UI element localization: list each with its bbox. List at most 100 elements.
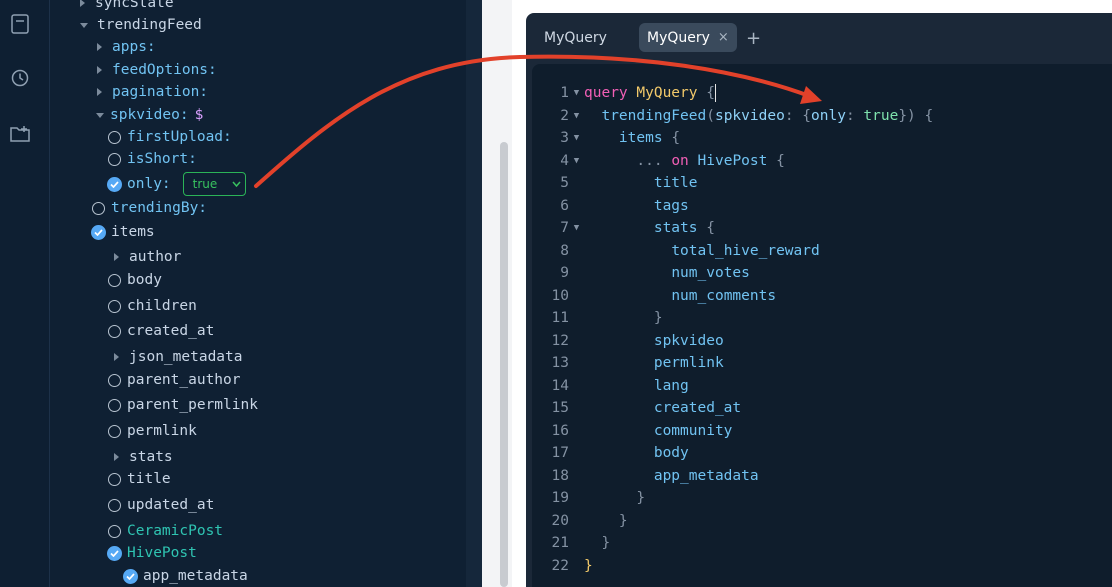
select-value: true	[192, 177, 218, 191]
only-value-select[interactable]: true	[182, 172, 246, 196]
fold-arrow-icon[interactable]: ▼	[569, 111, 584, 121]
document-icon[interactable]	[9, 13, 31, 35]
chevron-right-icon[interactable]	[114, 453, 119, 461]
chevron-right-icon[interactable]	[97, 88, 102, 96]
tree-item-label: stats	[129, 449, 173, 465]
chevron-right-icon[interactable]	[97, 43, 102, 51]
tree-item-label: app_metadata	[143, 568, 248, 584]
code-line: 19 }	[532, 487, 646, 509]
code-line: 16 community	[532, 420, 733, 442]
tree-item-pagination[interactable]: pagination:	[97, 81, 208, 103]
code-line: 12 spkvideo	[532, 330, 724, 352]
tree-item-syncstate[interactable]: syncState	[80, 0, 174, 14]
unchecked-circle-icon[interactable]	[108, 152, 121, 166]
tree-item-label: firstUpload:	[127, 129, 232, 145]
tree-item-trendingby[interactable]: trendingBy:	[92, 197, 207, 219]
tree-item-children[interactable]: children	[108, 295, 197, 317]
tree-item-title[interactable]: title	[108, 468, 171, 490]
checked-circle-icon[interactable]	[107, 176, 122, 192]
tree-item-label: HivePost	[127, 545, 197, 561]
tree-item-parent-author[interactable]: parent_author	[108, 369, 241, 391]
tab-myquery-active[interactable]: MyQuery ×	[639, 23, 737, 52]
tree-item-items[interactable]: items	[91, 221, 155, 243]
line-number: 5	[560, 175, 569, 191]
line-number: 9	[560, 265, 569, 281]
checked-circle-icon[interactable]	[107, 545, 122, 561]
code-line: 10 num_comments	[532, 285, 777, 307]
keyword: on	[671, 153, 689, 169]
tree-item-updated-at[interactable]: updated_at	[108, 494, 214, 516]
tree-item-label: spkvideo:	[110, 107, 189, 123]
tree-item-firstupload[interactable]: firstUpload:	[108, 126, 232, 148]
fold-arrow-icon[interactable]: ▼	[569, 156, 584, 166]
unchecked-circle-icon[interactable]	[108, 398, 121, 412]
line-number: 17	[551, 445, 569, 461]
tree-item-app-metadata[interactable]: app_metadata	[123, 565, 248, 587]
variable-toggle[interactable]: $	[195, 107, 204, 123]
line-number: 12	[551, 333, 569, 349]
fold-arrow-icon[interactable]: ▼	[569, 223, 584, 233]
chevron-right-icon[interactable]	[80, 0, 85, 7]
unchecked-circle-icon[interactable]	[92, 201, 105, 215]
tree-item-only[interactable]: only: true	[107, 172, 246, 196]
field-token: items	[618, 130, 663, 146]
tree-item-permlink[interactable]: permlink	[108, 420, 197, 442]
tree-item-label: body	[127, 272, 162, 288]
explorer-folder-icon[interactable]	[9, 123, 31, 145]
tree-item-json-metadata[interactable]: json_metadata	[114, 346, 243, 368]
fold-arrow-icon[interactable]: ▼	[569, 133, 584, 143]
tree-item-apps[interactable]: apps:	[97, 36, 156, 58]
line-number: 2	[560, 108, 569, 124]
field-token: app_metadata	[653, 468, 759, 484]
tree-item-ceramicpost[interactable]: CeramicPost	[108, 520, 223, 542]
fold-arrow-icon[interactable]: ▼	[569, 88, 584, 98]
tree-item-isshort[interactable]: isShort:	[108, 148, 197, 170]
unchecked-circle-icon[interactable]	[108, 324, 121, 338]
line-number: 6	[560, 198, 569, 214]
unchecked-circle-icon[interactable]	[108, 373, 121, 387]
line-number: 11	[551, 310, 569, 326]
line-number: 3	[560, 130, 569, 146]
close-icon[interactable]: ×	[718, 30, 729, 45]
unchecked-circle-icon[interactable]	[108, 524, 121, 538]
unchecked-circle-icon[interactable]	[108, 472, 121, 486]
history-icon[interactable]	[9, 67, 31, 89]
scrollbar-thumb[interactable]	[500, 142, 508, 587]
chevron-down-icon[interactable]	[96, 112, 104, 118]
unchecked-circle-icon[interactable]	[108, 424, 121, 438]
field-token: stats	[653, 220, 698, 236]
code-line: 11 }	[532, 307, 663, 329]
code-line: 15 created_at	[532, 397, 742, 419]
code-line: 5 title	[532, 172, 698, 194]
code-line: 1 ▼ query MyQuery {	[532, 82, 717, 104]
tree-item-parent-permlink[interactable]: parent_permlink	[108, 394, 258, 416]
add-tab-button[interactable]: +	[746, 28, 761, 49]
checked-circle-icon[interactable]	[123, 568, 138, 584]
tab-myquery-1[interactable]: MyQuery	[536, 23, 615, 52]
unchecked-circle-icon[interactable]	[108, 273, 121, 287]
chevron-right-icon[interactable]	[114, 253, 119, 261]
tree-item-spkvideo[interactable]: spkvideo: $	[96, 104, 203, 126]
unchecked-circle-icon[interactable]	[108, 498, 121, 512]
chevron-right-icon[interactable]	[114, 353, 119, 361]
tree-item-label: parent_author	[127, 372, 241, 388]
argument-token: only	[811, 108, 846, 124]
tree-item-author[interactable]: author	[114, 246, 181, 268]
checked-circle-icon[interactable]	[91, 224, 106, 240]
tree-item-trendingfeed[interactable]: trendingFeed	[80, 14, 202, 36]
field-token: title	[653, 175, 698, 191]
unchecked-circle-icon[interactable]	[108, 130, 121, 144]
tree-item-body[interactable]: body	[108, 269, 162, 291]
chevron-right-icon[interactable]	[97, 66, 102, 74]
tree-item-hivepost[interactable]: HivePost	[107, 542, 197, 564]
line-number: 4	[560, 153, 569, 169]
unchecked-circle-icon[interactable]	[108, 299, 121, 313]
tree-item-label: isShort:	[127, 151, 197, 167]
code-line: 13 permlink	[532, 352, 724, 374]
tree-item-created-at[interactable]: created_at	[108, 320, 214, 342]
chevron-down-icon[interactable]	[80, 22, 88, 28]
tree-item-stats[interactable]: stats	[114, 446, 173, 468]
tree-item-label: apps:	[112, 39, 156, 55]
tree-item-label: syncState	[95, 0, 174, 11]
tree-item-feedoptions[interactable]: feedOptions:	[97, 59, 217, 81]
